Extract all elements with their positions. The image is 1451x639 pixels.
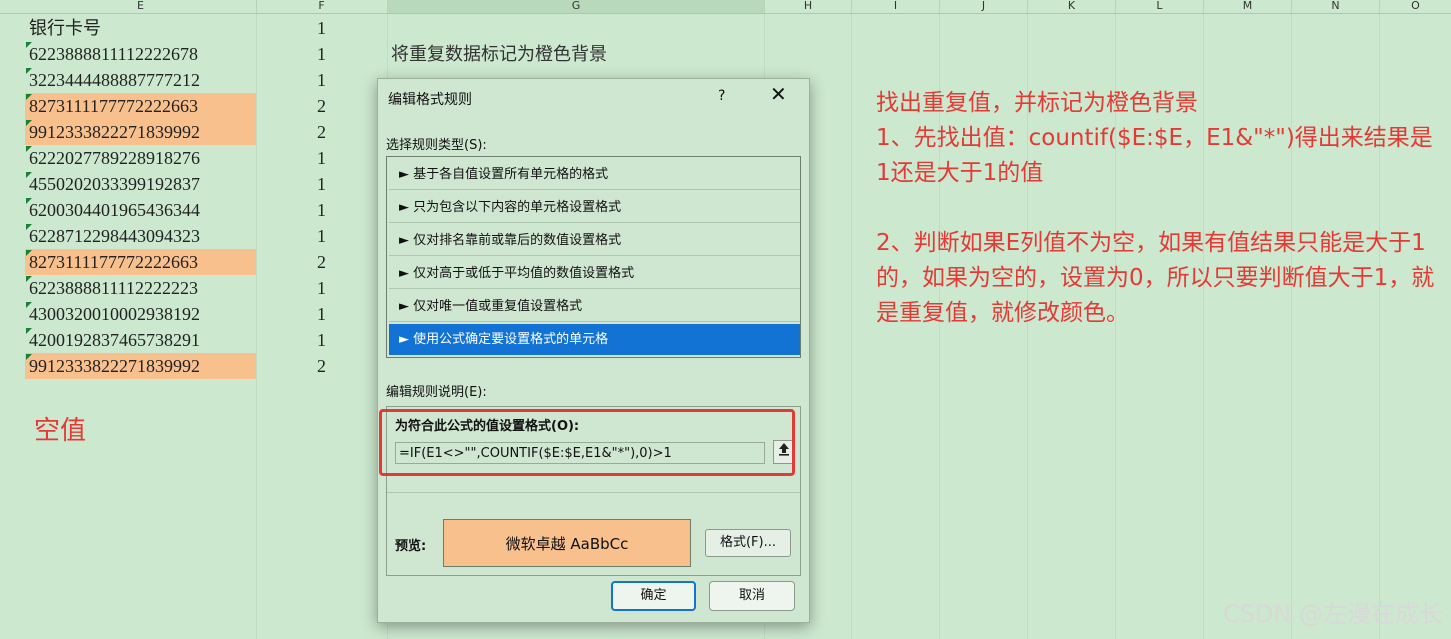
column-header-o[interactable]: O (1380, 0, 1451, 13)
column-header-j[interactable]: J (940, 0, 1028, 13)
rule-type-item-selected[interactable]: ► 使用公式确定要设置格式的单元格 (389, 324, 800, 355)
column-header-m[interactable]: M (1204, 0, 1292, 13)
rule-type-label: 选择规则类型(S): (386, 138, 487, 153)
rule-description-label: 编辑规则说明(E): (386, 385, 487, 400)
cell-e[interactable]: 9912333822271839992 (25, 119, 256, 145)
cell-e[interactable]: 4550202033399192837 (25, 171, 256, 197)
cell-e[interactable]: 6223888811112222678 (25, 41, 256, 67)
cell-e[interactable]: 6223888811112222223 (25, 275, 256, 301)
cell-f[interactable]: 1 (256, 41, 326, 67)
cell-f[interactable]: 1 (256, 171, 326, 197)
cell-e[interactable]: 6200304401965436344 (25, 197, 256, 223)
column-header-l[interactable]: L (1116, 0, 1204, 13)
format-button[interactable]: 格式(F)... (705, 529, 791, 557)
column-header-h[interactable]: H (765, 0, 852, 13)
cell-e[interactable]: 9912333822271839992 (25, 353, 256, 379)
cell-e[interactable]: 4300320010002938192 (25, 301, 256, 327)
formula-highlight-frame (379, 409, 795, 476)
column-header-f[interactable]: F (256, 0, 388, 13)
cell-e[interactable]: 8273111177772222663 (25, 249, 256, 275)
column-header-k[interactable]: K (1028, 0, 1116, 13)
column-header-e[interactable]: E (25, 0, 257, 13)
dialog-title: 编辑格式规则 (388, 92, 472, 108)
cell-f[interactable]: 1 (256, 145, 326, 171)
rule-type-list: ► 基于各自值设置所有单元格的格式 ► 只为包含以下内容的单元格设置格式 ► 仅… (386, 156, 801, 358)
cancel-button[interactable]: 取消 (709, 581, 795, 611)
cell-f[interactable]: 1 (256, 67, 326, 93)
column-header-i[interactable]: I (852, 0, 940, 13)
rule-type-item[interactable]: ► 仅对排名靠前或靠后的数值设置格式 (389, 225, 800, 256)
cell-e[interactable]: 8273111177772222663 (25, 93, 256, 119)
column-header-n[interactable]: N (1292, 0, 1380, 13)
table-row: 6223888811112222678 1 (0, 41, 1451, 67)
cell-f[interactable]: 2 (256, 93, 326, 119)
annotation-step-2: 2、判断如果E列值不为空，如果有值结果只能是大于1的，如果为空的，设置为0，所以… (876, 230, 1435, 326)
annotation-title: 找出重复值，并标记为橙色背景 (876, 90, 1198, 116)
cell-f[interactable]: 2 (256, 119, 326, 145)
close-icon[interactable]: ✕ (770, 84, 787, 104)
empty-value-label[interactable]: 空值 (34, 410, 86, 447)
cell-e[interactable]: 6222027789228918276 (25, 145, 256, 171)
cell-e[interactable]: 银行卡号 (25, 15, 256, 41)
cell-f[interactable]: 2 (256, 353, 326, 379)
rule-type-item[interactable]: ► 基于各自值设置所有单元格的格式 (389, 159, 800, 190)
cell-f[interactable]: 2 (256, 249, 326, 275)
table-row: 银行卡号 1 (0, 15, 1451, 41)
cell-e[interactable]: 4200192837465738291 (25, 327, 256, 353)
edit-format-rule-dialog: 编辑格式规则 ? ✕ 选择规则类型(S): ► 基于各自值设置所有单元格的格式 … (377, 78, 810, 623)
annotation-step-1: 1、先找出值：countif($E:$E，E1&"*")得出来结果是1还是大于1… (876, 125, 1433, 186)
cell-f[interactable]: 1 (256, 275, 326, 301)
sheet-note[interactable]: 将重复数据标记为橙色背景 (391, 40, 607, 66)
column-header-bar: E F G H I J K L M N O (0, 0, 1451, 14)
cell-e[interactable]: 6228712298443094323 (25, 223, 256, 249)
preview-sample: 微软卓越 AaBbCc (443, 519, 691, 567)
ok-button[interactable]: 确定 (611, 581, 696, 611)
column-header-g[interactable]: G (388, 0, 765, 13)
cell-f[interactable]: 1 (256, 197, 326, 223)
cell-f[interactable]: 1 (256, 327, 326, 353)
watermark: CSDN @左漫在成长 (1222, 600, 1443, 628)
preview-label: 预览: (395, 539, 427, 554)
rule-type-item[interactable]: ► 只为包含以下内容的单元格设置格式 (389, 192, 800, 223)
rule-type-item[interactable]: ► 仅对唯一值或重复值设置格式 (389, 291, 800, 322)
cell-f[interactable]: 1 (256, 223, 326, 249)
cell-f[interactable]: 1 (256, 15, 326, 41)
help-button[interactable]: ? (718, 88, 725, 104)
cell-f[interactable]: 1 (256, 301, 326, 327)
rule-type-item[interactable]: ► 仅对高于或低于平均值的数值设置格式 (389, 258, 800, 289)
cell-e[interactable]: 3223444488887777212 (25, 67, 256, 93)
